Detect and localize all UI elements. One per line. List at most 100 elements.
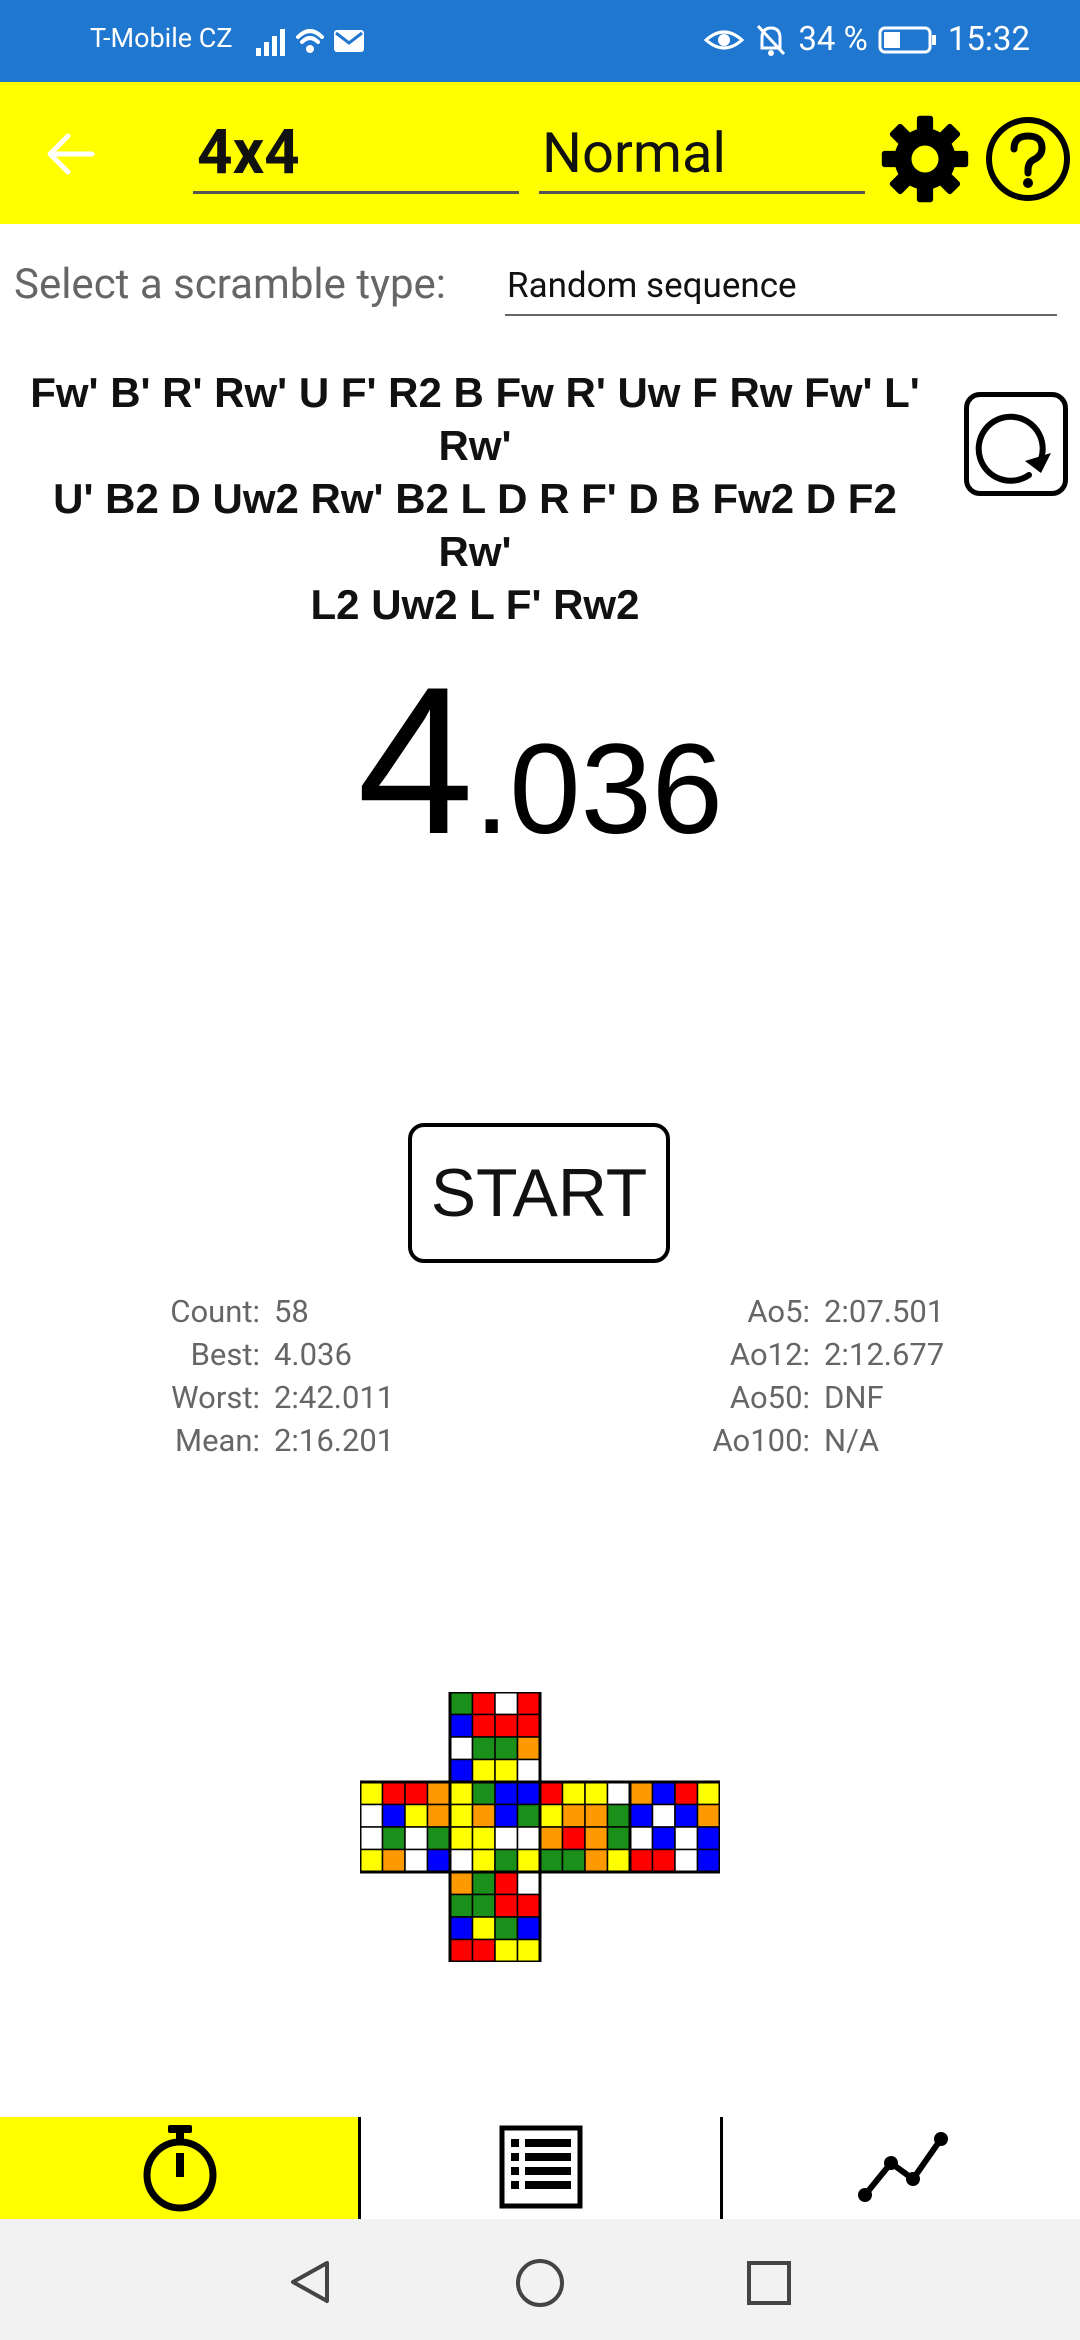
cube-sticker: [449, 1916, 474, 1941]
cube-sticker: [629, 1826, 654, 1851]
cube-sticker: [449, 1713, 474, 1738]
cube-sticker: [494, 1803, 519, 1828]
cube-sticker: [696, 1803, 720, 1828]
scramble-type-select[interactable]: Random sequence: [505, 258, 1057, 316]
cube-sticker: [360, 1781, 384, 1806]
new-scramble-button[interactable]: [964, 392, 1068, 496]
cube-sticker: [449, 1848, 474, 1873]
cube-sticker: [360, 1826, 384, 1851]
stat-value: 2:42.011: [274, 1379, 395, 1416]
timer-fraction: .036: [473, 718, 723, 861]
scramble-line: Fw' B' R' Rw' U F' R2 B Fw R' Uw F Rw Fw…: [30, 369, 920, 469]
scramble-line: L2 Uw2 L F' Rw2: [310, 581, 640, 628]
cube-sticker: [494, 1916, 519, 1941]
arrow-left-icon[interactable]: [40, 124, 100, 184]
cube-sticker: [494, 1893, 519, 1918]
cube-sticker: [561, 1803, 586, 1828]
cube-sticker: [606, 1848, 631, 1873]
cube-face-B: [628, 1780, 720, 1874]
status-bar: T-Mobile CZ 34 % 15:32: [0, 0, 1080, 82]
cube-sticker: [651, 1826, 676, 1851]
cube-sticker: [584, 1781, 609, 1806]
cube-sticker: [426, 1781, 451, 1806]
cube-sticker: [539, 1848, 564, 1873]
tab-statistics[interactable]: [723, 2117, 1080, 2219]
start-button[interactable]: START: [408, 1123, 670, 1263]
stat-value: 4.036: [274, 1336, 352, 1373]
cube-sticker: [404, 1803, 429, 1828]
nav-home-icon[interactable]: [514, 2257, 566, 2309]
cube-sticker: [471, 1713, 496, 1738]
cube-sticker: [471, 1871, 496, 1896]
cube-sticker: [426, 1803, 451, 1828]
cube-face-R: [538, 1780, 632, 1874]
cube-sticker: [651, 1848, 676, 1873]
stat-row: Count: 58: [150, 1290, 394, 1333]
stat-value: 2:16.201: [274, 1422, 395, 1459]
cube-sticker: [606, 1803, 631, 1828]
cube-sticker: [516, 1736, 541, 1761]
stats-right: Ao5: 2:07.501 Ao12: 2:12.677 Ao50: DNF Ao10…: [690, 1290, 945, 1462]
cube-sticker: [404, 1826, 429, 1851]
gear-icon[interactable]: [880, 114, 970, 204]
cube-sticker: [494, 1692, 519, 1716]
cube-sticker: [674, 1848, 699, 1873]
cube-net: [360, 1692, 720, 1962]
cube-face-U: [448, 1692, 542, 1784]
stat-label: Ao12:: [729, 1336, 810, 1373]
cube-sticker: [516, 1781, 541, 1806]
scramble-text: Fw' B' R' Rw' U F' R2 B Fw R' Uw F Rw Fw…: [20, 366, 930, 631]
timer-seconds: 4: [357, 643, 474, 878]
bell-off-icon: [757, 24, 786, 56]
cube-sticker: [516, 1871, 541, 1896]
stopwatch-icon: [143, 2125, 217, 2212]
line-chart-icon: [858, 2132, 948, 2202]
battery-icon: [878, 26, 936, 53]
cube-sticker: [539, 1781, 564, 1806]
cube-sticker: [471, 1781, 496, 1806]
stats-left: Count: 58 Best: 4.036 Worst: 2:42.011 Mean:…: [150, 1290, 394, 1462]
cube-sticker: [606, 1781, 631, 1806]
toolbar: 4x4 Normal: [0, 82, 1080, 224]
cube-sticker: [584, 1848, 609, 1873]
bottom-navigation: [0, 2117, 1080, 2219]
stat-label: Ao100:: [712, 1422, 811, 1459]
cube-sticker: [494, 1736, 519, 1761]
cube-sticker: [471, 1826, 496, 1851]
stat-label: Worst:: [171, 1379, 260, 1416]
battery-percent: 34 %: [798, 20, 868, 59]
cube-sticker: [629, 1848, 654, 1873]
status-right: 34 % 15:32: [704, 20, 1030, 59]
cube-sticker: [449, 1758, 474, 1783]
stat-row: Ao50: DNF: [690, 1376, 944, 1419]
cube-sticker: [381, 1803, 406, 1828]
stat-row: Ao100: N/A: [690, 1419, 944, 1462]
cube-sticker: [449, 1826, 474, 1851]
nav-recents-icon[interactable]: [745, 2259, 793, 2307]
help-icon[interactable]: [985, 116, 1071, 202]
cube-sticker: [471, 1803, 496, 1828]
stat-value: 58: [274, 1293, 309, 1330]
cube-sticker: [360, 1848, 384, 1873]
cube-sticker: [629, 1781, 654, 1806]
cube-sticker: [516, 1713, 541, 1738]
mode-select[interactable]: Normal: [539, 112, 865, 194]
cube-sticker: [471, 1736, 496, 1761]
stat-row: Worst: 2:42.011: [150, 1376, 394, 1419]
stat-row: Ao5: 2:07.501: [690, 1290, 944, 1333]
nav-back-icon[interactable]: [285, 2257, 335, 2307]
stat-value: N/A: [824, 1422, 880, 1459]
cube-sticker: [651, 1781, 676, 1806]
cube-sticker: [449, 1871, 474, 1896]
tab-timer[interactable]: [0, 2117, 358, 2219]
system-navigation-bar: [0, 2219, 1080, 2340]
tab-results[interactable]: [362, 2117, 720, 2219]
puzzle-type-select[interactable]: 4x4: [193, 112, 519, 194]
cube-sticker: [449, 1692, 474, 1716]
scramble-type-label: Select a scramble type:: [14, 260, 446, 309]
tab-divider: [358, 2117, 361, 2219]
clock: 15:32: [947, 20, 1030, 59]
eye-icon: [704, 30, 745, 49]
stat-label: Count:: [170, 1293, 260, 1330]
cube-sticker: [494, 1938, 519, 1962]
